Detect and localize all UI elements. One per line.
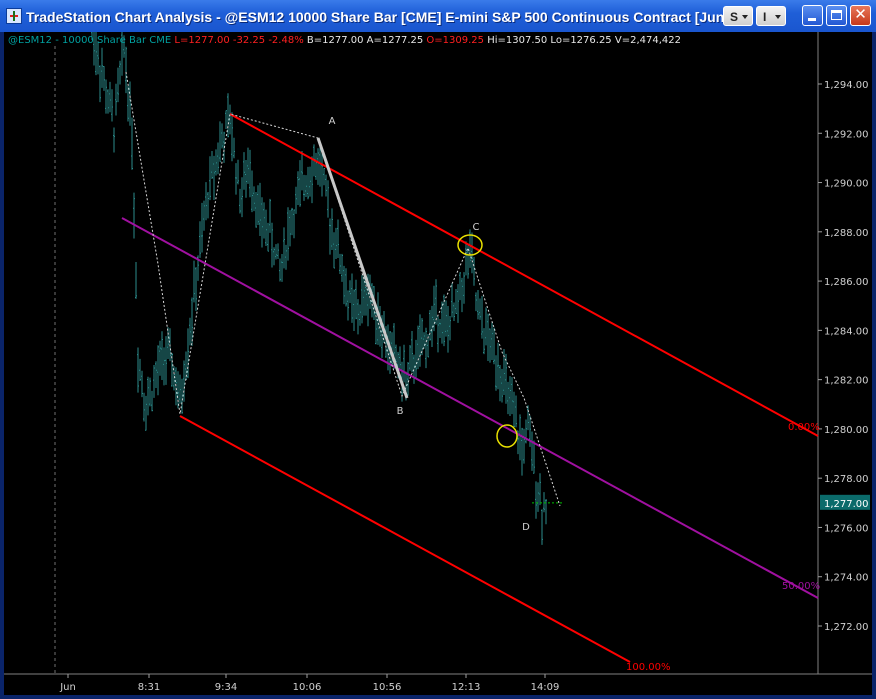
y-tick-label: 1,278.00 (824, 474, 869, 485)
channel-lower-label: 100.00% (626, 662, 671, 673)
maximize-icon (831, 10, 842, 20)
close-button[interactable]: ✕ (850, 5, 871, 26)
x-tick-label: 9:34 (215, 682, 237, 693)
status-line-item: A=1277.25 (363, 35, 423, 46)
y-tick-label: 1,294.00 (824, 80, 869, 91)
window-title: TradeStation Chart Analysis - @ESM12 100… (26, 9, 745, 25)
status-line-item: Hi=1307.50 (484, 35, 547, 46)
status-line-item: L=1277.00 (171, 35, 229, 46)
x-tick-label: Jun (59, 682, 76, 693)
last-price-label: 1,277.00 (824, 499, 869, 510)
app-window: TradeStation Chart Analysis - @ESM12 100… (0, 0, 876, 699)
interval-link-label: I (763, 10, 767, 24)
symbol-link-button[interactable]: S (723, 6, 753, 26)
price-chart[interactable]: 1,272.00 1,274.00 1,276.00 1,278.00 1,280.00… (4, 32, 872, 695)
status-line-item: B=1277.00 (304, 35, 364, 46)
channel-lower-line (179, 415, 631, 663)
channel-upper-line (229, 113, 819, 437)
y-tick-label: 1,274.00 (824, 573, 869, 584)
price-bars (91, 32, 547, 545)
interval-link-button[interactable]: I (756, 6, 786, 26)
x-tick-label: 10:56 (373, 682, 402, 693)
point-label-d: D (522, 522, 530, 533)
title-bar[interactable]: TradeStation Chart Analysis - @ESM12 100… (0, 0, 876, 32)
status-line-item: -32.25 (230, 35, 265, 46)
status-line: @ESM12 - 10000 Share Bar CME L=1277.00 -… (8, 35, 681, 46)
point-label-c: C (473, 222, 480, 233)
status-line-item: Lo=1276.25 (547, 35, 611, 46)
point-label-a: A (329, 116, 336, 127)
y-tick-label: 1,276.00 (824, 523, 869, 534)
chevron-down-icon (742, 15, 748, 19)
chevron-down-icon (775, 15, 781, 19)
x-tick-label: 10:06 (293, 682, 322, 693)
status-line-item: V=2,474,422 (612, 35, 681, 46)
close-icon: ✕ (854, 5, 867, 23)
x-tick-label: 12:13 (452, 682, 481, 693)
status-line-item: CME (146, 35, 171, 46)
status-line-item: O=1309.25 (423, 35, 484, 46)
status-line-item: @ESM12 - 10000 Share Bar (8, 35, 147, 46)
x-tick-label: 14:09 (531, 682, 560, 693)
channel-upper-label: 0.00% (788, 422, 820, 433)
channel-midline (121, 217, 819, 599)
grid-lines (4, 32, 872, 678)
zigzag-dotted-line (125, 71, 561, 507)
chart-app-icon (6, 8, 22, 24)
y-tick-label: 1,292.00 (824, 129, 869, 140)
minimize-button[interactable] (802, 5, 823, 26)
x-tick-label: 8:31 (138, 682, 160, 693)
minimize-icon (808, 18, 816, 21)
y-tick-label: 1,288.00 (824, 228, 869, 239)
drawing-objects[interactable] (121, 71, 819, 663)
symbol-link-label: S (730, 10, 739, 24)
a-b-trendline (316, 137, 409, 399)
y-tick-label: 1,280.00 (824, 425, 869, 436)
point-label-b: B (397, 406, 404, 417)
maximize-button[interactable] (826, 5, 847, 26)
y-tick-label: 1,290.00 (824, 179, 869, 190)
channel-midline-label: 50.00% (782, 581, 820, 592)
y-tick-label: 1,284.00 (824, 326, 869, 337)
y-tick-label: 1,286.00 (824, 277, 869, 288)
chart-plot-area[interactable]: 1,272.00 1,274.00 1,276.00 1,278.00 1,280.00… (4, 32, 872, 695)
status-line-item: -2.48% (265, 35, 304, 46)
y-tick-label: 1,272.00 (824, 622, 869, 633)
chart-text: 1,272.00 1,274.00 1,276.00 1,278.00 1,280.00… (8, 35, 870, 693)
y-tick-label: 1,282.00 (824, 376, 869, 387)
